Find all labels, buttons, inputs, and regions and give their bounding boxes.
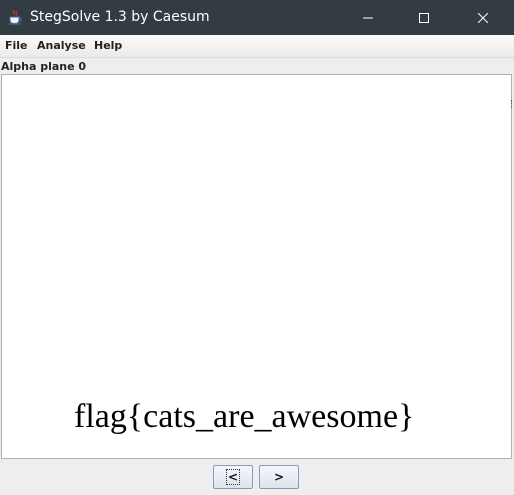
minimize-icon [363,8,373,27]
window-title: StegSolve 1.3 by Caesum [30,9,210,25]
next-plane-label: > [273,470,285,484]
previous-plane-button[interactable]: < [213,465,253,489]
java-cup-icon [7,9,23,25]
minimize-button[interactable] [345,0,391,35]
maximize-icon [419,8,429,27]
menu-analyse[interactable]: Analyse [37,39,86,53]
close-icon [477,8,489,27]
menu-file[interactable]: File [5,39,28,53]
menu-bar: File Analyse Help [0,35,514,58]
plane-label: Alpha plane 0 [1,60,87,73]
close-button[interactable] [460,0,506,35]
stegsolve-window: StegSolve 1.3 by Caesum File Analyse Hel… [0,0,514,495]
next-plane-button[interactable]: > [259,465,299,489]
previous-plane-label: < [225,469,241,485]
maximize-button[interactable] [401,0,447,35]
hidden-flag-text: flag{cats_are_awesome} [74,398,415,435]
title-bar[interactable]: StegSolve 1.3 by Caesum [0,0,514,35]
image-canvas: flag{cats_are_awesome} [1,74,512,459]
menu-help[interactable]: Help [94,39,122,53]
